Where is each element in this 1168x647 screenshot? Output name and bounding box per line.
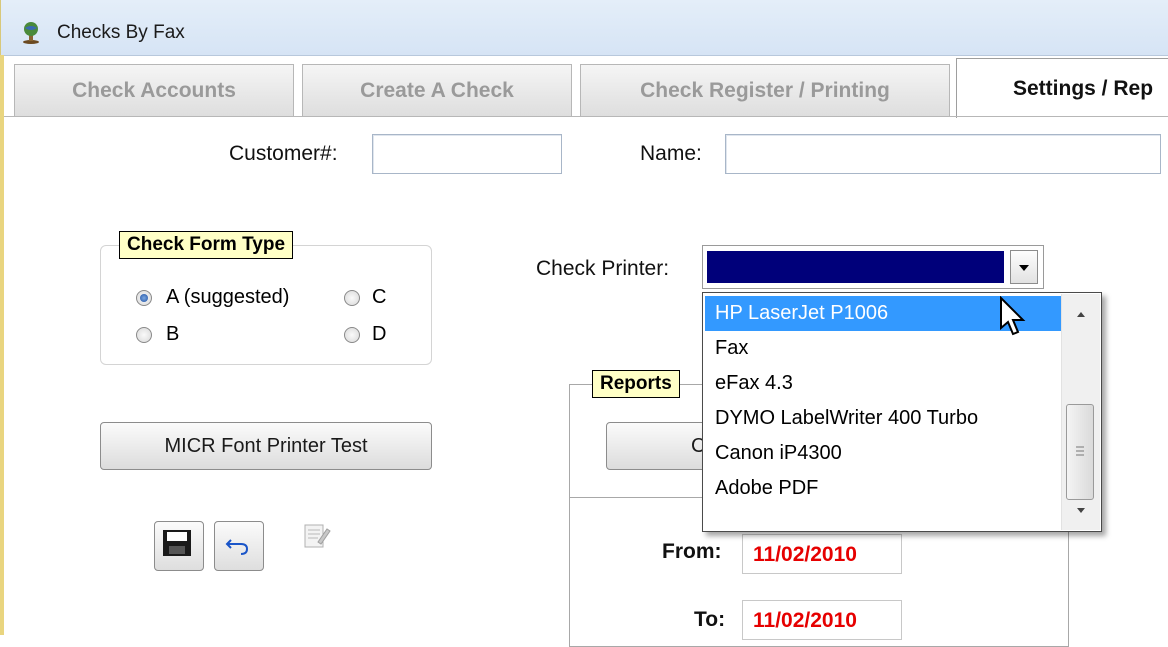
check-form-type-legend: Check Form Type <box>119 231 294 259</box>
micr-font-printer-test-button[interactable]: MICR Font Printer Test <box>100 422 432 470</box>
tab-settings-reports[interactable]: Settings / Rep <box>956 58 1168 118</box>
save-icon <box>163 530 191 556</box>
to-label: To: <box>694 608 726 631</box>
check-printer-selected-value <box>707 251 1004 283</box>
save-button[interactable] <box>154 521 204 571</box>
undo-button[interactable] <box>214 521 264 571</box>
customer-label: Customer#: <box>229 142 338 165</box>
radio-c-label[interactable]: C <box>372 286 386 309</box>
check-printer-dropdown[interactable]: HP LaserJet P1006 Fax eFax 4.3 DYMO Labe… <box>702 292 1102 532</box>
check-printer-label: Check Printer: <box>536 257 670 280</box>
scrollbar-thumb[interactable] <box>1066 404 1094 500</box>
radio-a[interactable] <box>136 290 152 306</box>
name-label: Name: <box>640 142 702 165</box>
scroll-up-icon[interactable] <box>1062 298 1100 328</box>
window-frame <box>0 55 4 635</box>
dropdown-scrollbar[interactable] <box>1061 294 1100 530</box>
printer-option-efax[interactable]: eFax 4.3 <box>705 366 1061 401</box>
chevron-down-icon[interactable] <box>1010 250 1038 284</box>
tab-divider <box>4 116 1168 117</box>
printer-option-canon[interactable]: Canon iP4300 <box>705 436 1061 471</box>
printer-option-adobe-pdf[interactable]: Adobe PDF <box>705 471 1061 506</box>
window-title: Checks By Fax <box>57 22 185 43</box>
customer-input[interactable] <box>372 134 562 174</box>
tab-create-a-check[interactable]: Create A Check <box>302 64 572 116</box>
reports-legend: Reports <box>592 370 680 398</box>
to-date-input[interactable]: 11/02/2010 <box>742 600 902 640</box>
radio-b-label[interactable]: B <box>166 323 179 346</box>
tab-check-register-printing[interactable]: Check Register / Printing <box>580 64 950 116</box>
undo-icon <box>225 539 249 555</box>
globe-icon <box>19 20 43 44</box>
mouse-cursor-icon <box>998 295 1028 340</box>
radio-c[interactable] <box>344 290 360 306</box>
printer-option-dymo[interactable]: DYMO LabelWriter 400 Turbo <box>705 401 1061 436</box>
check-printer-select[interactable] <box>702 245 1044 289</box>
edit-icon[interactable] <box>296 515 336 555</box>
radio-b[interactable] <box>136 327 152 343</box>
from-label: From: <box>662 540 722 563</box>
scroll-down-icon[interactable] <box>1062 496 1100 526</box>
from-date-input[interactable]: 11/02/2010 <box>742 534 902 574</box>
radio-d[interactable] <box>344 327 360 343</box>
name-input[interactable] <box>725 134 1161 174</box>
radio-d-label[interactable]: D <box>372 323 386 346</box>
radio-a-label[interactable]: A (suggested) <box>166 286 289 309</box>
tab-check-accounts[interactable]: Check Accounts <box>14 64 294 116</box>
